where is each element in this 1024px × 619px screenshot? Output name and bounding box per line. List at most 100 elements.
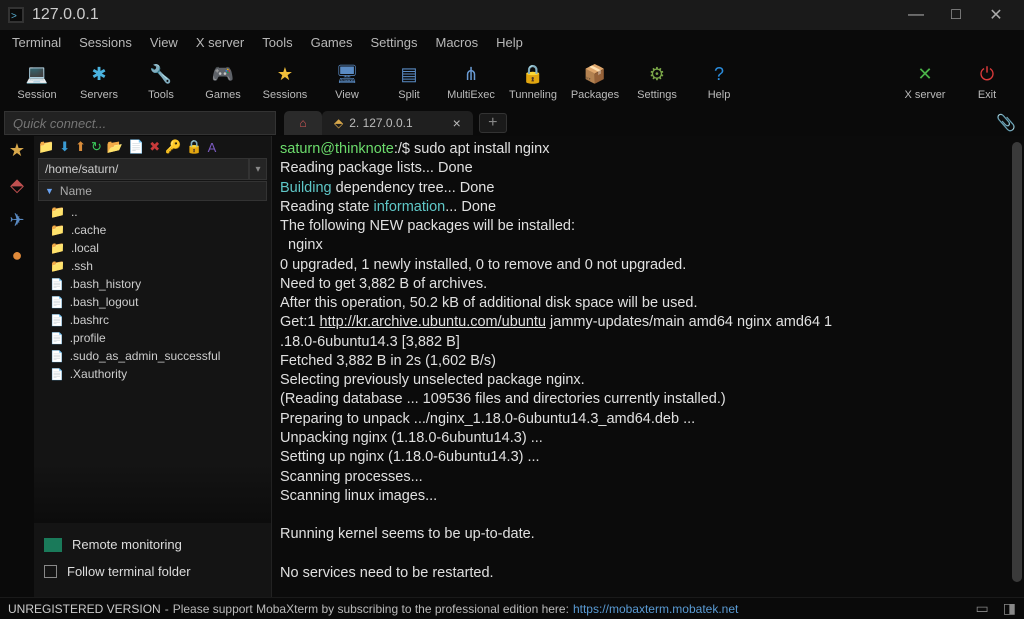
menu-tools[interactable]: Tools bbox=[254, 33, 300, 52]
file-icon: 📄 bbox=[50, 278, 64, 291]
sb-tool-7[interactable]: 🔑 bbox=[165, 139, 181, 155]
side-icon-bar: ★ ⬘ ✈ ● bbox=[0, 136, 34, 597]
sb-tool-3[interactable]: ↻ bbox=[91, 139, 102, 155]
tool-sessions[interactable]: ★Sessions bbox=[254, 56, 316, 108]
path-input[interactable] bbox=[38, 158, 249, 180]
status-unregistered: UNREGISTERED VERSION bbox=[8, 602, 161, 616]
file-item[interactable]: 📄.bashrc bbox=[38, 311, 267, 329]
tool-split[interactable]: ▤Split bbox=[378, 56, 440, 108]
tool-tunneling[interactable]: 🔒Tunneling bbox=[502, 56, 564, 108]
menu-xserver[interactable]: X server bbox=[188, 33, 252, 52]
terminal-pane[interactable]: saturn@thinknote:/$ sudo apt install ngi… bbox=[272, 136, 1024, 597]
sidebar: 📁 ⬇ ⬆ ↻ 📂 📄 ✖ 🔑 🔒 A ▾ Name 📁..📁.cache📁.local📁.ssh… bbox=[34, 136, 272, 597]
file-icon: 📄 bbox=[50, 296, 64, 309]
tool-games[interactable]: 🎮Games bbox=[192, 56, 254, 108]
terminal-scrollbar[interactable] bbox=[1012, 142, 1022, 582]
split-icon: ▤ bbox=[398, 64, 420, 86]
status-panel-icon[interactable]: ◨ bbox=[1003, 600, 1016, 617]
tool-settings[interactable]: ⚙Settings bbox=[626, 56, 688, 108]
tool-servers[interactable]: ✱Servers bbox=[68, 56, 130, 108]
folder-icon: 📁 bbox=[50, 259, 65, 273]
folder-item[interactable]: 📁.ssh bbox=[38, 257, 267, 275]
title-bar: > 127.0.0.1 — □ ✕ bbox=[0, 0, 1024, 30]
tool-x-server[interactable]: ✕X server bbox=[894, 56, 956, 108]
file-item[interactable]: 📄.Xauthority bbox=[38, 365, 267, 383]
home-icon: ⌂ bbox=[299, 116, 306, 130]
menu-sessions[interactable]: Sessions bbox=[71, 33, 140, 52]
help-icon: ? bbox=[708, 64, 730, 86]
menu-games[interactable]: Games bbox=[303, 33, 361, 52]
multiexec-icon: ⋔ bbox=[460, 64, 482, 86]
status-monitor-icon[interactable]: ▭ bbox=[976, 600, 989, 617]
menu-macros[interactable]: Macros bbox=[427, 33, 486, 52]
file-list-header[interactable]: Name bbox=[38, 181, 267, 201]
tab-strip: ⌂ ⬘ 2. 127.0.0.1 × + 📎 bbox=[276, 110, 1024, 136]
status-message: Please support MobaXterm by subscribing … bbox=[173, 602, 569, 616]
exit-icon: ⏻ bbox=[976, 64, 998, 86]
minimize-button[interactable]: — bbox=[896, 0, 936, 30]
x-server-icon: ✕ bbox=[914, 64, 936, 86]
monitor-icon bbox=[44, 538, 62, 552]
path-row: ▾ bbox=[34, 158, 271, 180]
folder-item[interactable]: 📁.cache bbox=[38, 221, 267, 239]
side-icon-1[interactable]: ⬘ bbox=[10, 175, 24, 196]
path-dropdown-icon[interactable]: ▾ bbox=[249, 158, 267, 180]
quick-connect-row: ⌂ ⬘ 2. 127.0.0.1 × + 📎 bbox=[0, 110, 1024, 136]
side-icon-2[interactable]: ✈ bbox=[9, 210, 24, 231]
sb-tool-8[interactable]: 🔒 bbox=[186, 139, 202, 155]
sidebar-bottom: Remote monitoring Follow terminal folder bbox=[34, 523, 271, 597]
menu-view[interactable]: View bbox=[142, 33, 186, 52]
remote-monitoring-button[interactable]: Remote monitoring bbox=[44, 531, 261, 558]
folder-item[interactable]: 📁.. bbox=[38, 203, 267, 221]
sb-tool-5[interactable]: 📄 bbox=[128, 139, 144, 155]
tab-home[interactable]: ⌂ bbox=[284, 111, 322, 135]
svg-text:>: > bbox=[11, 11, 17, 22]
close-button[interactable]: ✕ bbox=[976, 0, 1016, 30]
new-tab-button[interactable]: + bbox=[479, 113, 507, 133]
tool-tools[interactable]: 🔧Tools bbox=[130, 56, 192, 108]
sb-tool-4[interactable]: 📂 bbox=[107, 139, 123, 155]
tool-packages[interactable]: 📦Packages bbox=[564, 56, 626, 108]
menu-terminal[interactable]: Terminal bbox=[4, 33, 69, 52]
file-icon: 📄 bbox=[50, 368, 64, 381]
main-area: ★ ⬘ ✈ ● 📁 ⬇ ⬆ ↻ 📂 📄 ✖ 🔑 🔒 A ▾ Name 📁..📁.cache📁.local… bbox=[0, 136, 1024, 597]
tool-exit[interactable]: ⏻Exit bbox=[956, 56, 1018, 108]
menu-settings[interactable]: Settings bbox=[363, 33, 426, 52]
session-icon: 💻 bbox=[26, 64, 48, 86]
file-item[interactable]: 📄.bash_logout bbox=[38, 293, 267, 311]
paperclip-icon[interactable]: 📎 bbox=[996, 113, 1016, 133]
sb-tool-2[interactable]: ⬆ bbox=[75, 139, 86, 155]
tab-session-icon: ⬘ bbox=[334, 116, 343, 130]
file-item[interactable]: 📄.bash_history bbox=[38, 275, 267, 293]
file-item[interactable]: 📄.sudo_as_admin_successful bbox=[38, 347, 267, 365]
tool-multiexec[interactable]: ⋔MultiExec bbox=[440, 56, 502, 108]
folder-icon: 📁 bbox=[50, 223, 65, 237]
tab-session[interactable]: ⬘ 2. 127.0.0.1 × bbox=[322, 111, 473, 135]
window-title: 127.0.0.1 bbox=[32, 6, 99, 24]
quick-connect-input[interactable] bbox=[4, 111, 276, 135]
tool-view[interactable]: 🖥View bbox=[316, 56, 378, 108]
maximize-button[interactable]: □ bbox=[936, 0, 976, 30]
tab-close-icon[interactable]: × bbox=[453, 115, 461, 131]
sb-tool-1[interactable]: ⬇ bbox=[59, 139, 70, 155]
sb-tool-6[interactable]: ✖ bbox=[149, 139, 160, 155]
folder-item[interactable]: 📁.local bbox=[38, 239, 267, 257]
follow-terminal-checkbox[interactable]: Follow terminal folder bbox=[44, 558, 261, 585]
sb-tool-0[interactable]: 📁 bbox=[38, 139, 54, 155]
toolbar: 💻Session✱Servers🔧Tools🎮Games★Sessions🖥Vi… bbox=[0, 54, 1024, 110]
file-icon: 📄 bbox=[50, 350, 64, 363]
status-bar: UNREGISTERED VERSION - Please support Mo… bbox=[0, 597, 1024, 619]
tool-session[interactable]: 💻Session bbox=[6, 56, 68, 108]
view-icon: 🖥 bbox=[336, 64, 358, 86]
file-item[interactable]: 📄.profile bbox=[38, 329, 267, 347]
side-icon-3[interactable]: ● bbox=[12, 245, 23, 266]
sidebar-toolbar: 📁 ⬇ ⬆ ↻ 📂 📄 ✖ 🔑 🔒 A bbox=[34, 136, 271, 158]
folder-icon: 📁 bbox=[50, 205, 65, 219]
app-icon: > bbox=[8, 7, 24, 23]
sb-tool-9[interactable]: A bbox=[208, 140, 217, 155]
menu-help[interactable]: Help bbox=[488, 33, 531, 52]
tool-help[interactable]: ?Help bbox=[688, 56, 750, 108]
side-icon-0[interactable]: ★ bbox=[9, 140, 25, 161]
checkbox-icon bbox=[44, 565, 57, 578]
status-link[interactable]: https://mobaxterm.mobatek.net bbox=[573, 602, 738, 616]
